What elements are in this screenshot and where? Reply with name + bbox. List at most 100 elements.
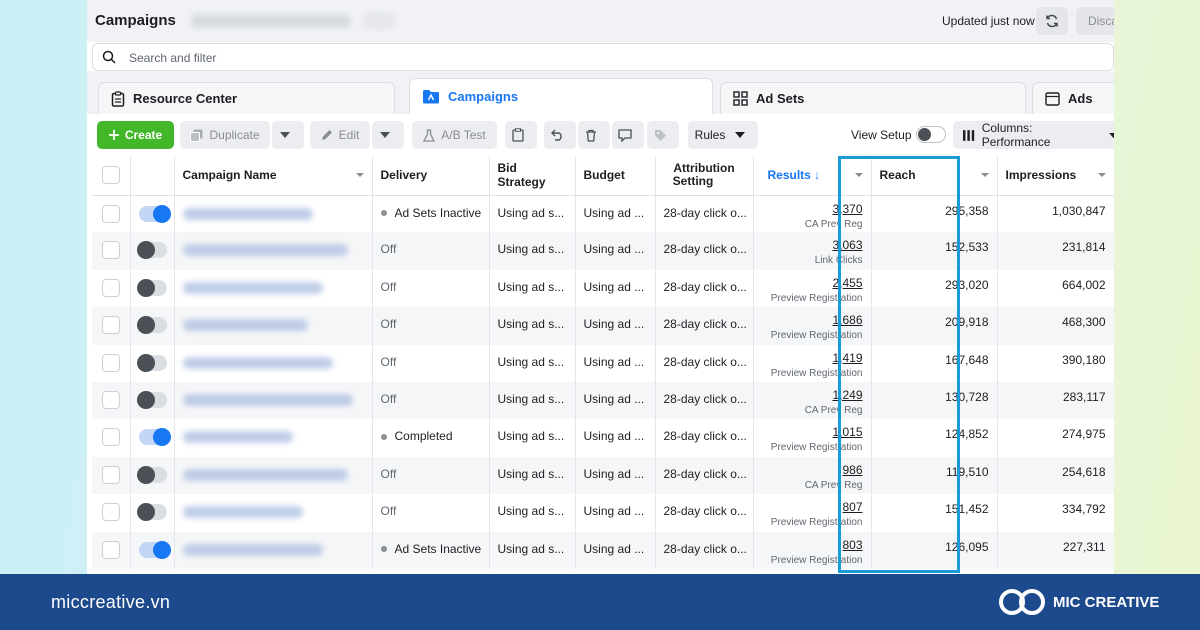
row-checkbox[interactable] [101,465,120,484]
results-value[interactable]: 1,419 [754,351,862,366]
campaign-name-cell[interactable] [174,307,373,345]
campaign-toggle[interactable] [136,503,167,522]
table-row[interactable]: Ad Sets Inactive Using ad s... Using ad ..… [92,531,1114,569]
results-value[interactable]: 986 [754,463,862,478]
tab-ads[interactable]: Ads [1032,82,1114,114]
campaign-name-cell[interactable] [174,419,373,457]
results-value[interactable]: 3,370 [754,202,862,217]
results-value[interactable]: 1,015 [754,425,862,440]
account-selector-blurred[interactable] [191,14,351,28]
row-select-cell [92,456,131,495]
campaign-name-blurred[interactable] [182,281,323,294]
campaign-name-cell[interactable] [174,269,373,308]
campaign-toggle[interactable] [136,390,167,409]
table-row[interactable]: Off Using ad s... Using ad ... 28-day click… [92,307,1114,345]
campaign-name-cell[interactable] [174,456,373,495]
ab-test-button[interactable]: A/B Test [412,121,497,149]
campaign-toggle[interactable] [138,428,171,447]
table-row[interactable]: Off Using ad s... Using ad ... 28-day click… [92,232,1114,270]
row-checkbox[interactable] [101,390,120,409]
search-filter-bar[interactable]: Search and filter [92,43,1114,71]
edit-dropdown[interactable] [372,121,404,149]
table-row[interactable]: Ad Sets Inactive Using ad s... Using ad ..… [92,195,1114,233]
results-value[interactable]: 1,686 [754,313,862,328]
results-value[interactable]: 2,455 [754,276,862,291]
campaign-name-blurred[interactable] [182,468,348,481]
campaign-name-blurred[interactable] [182,393,353,406]
table-row[interactable]: Off Using ad s... Using ad ... 28-day click… [92,344,1114,382]
table-row[interactable]: Off Using ad s... Using ad ... 28-day click… [92,269,1114,308]
results-value[interactable]: 1,249 [754,388,862,403]
campaign-name-cell[interactable] [174,195,373,233]
campaign-name-blurred[interactable] [182,506,303,519]
column-header-impressions[interactable]: Impressions [997,156,1114,196]
tab-campaigns[interactable]: Campaigns [409,78,713,114]
refresh-button[interactable] [1036,7,1068,35]
row-checkbox[interactable] [101,540,120,559]
row-checkbox[interactable] [101,503,120,522]
preview-button[interactable] [612,121,644,149]
campaign-name-cell[interactable] [174,381,373,420]
delivery-value: Off [380,354,397,369]
campaign-toggle[interactable] [138,204,171,223]
rules-button[interactable]: Rules [688,121,758,149]
clipboard-button[interactable] [505,121,537,149]
campaign-toggle[interactable] [138,540,171,559]
results-cell: 1,419 Preview Registration [753,344,872,382]
tab-resource-center[interactable]: Resource Center [98,82,395,114]
column-header-attribution-setting[interactable]: Attribution Setting [655,156,754,196]
column-header-delivery[interactable]: Delivery [372,156,490,196]
campaign-name-blurred[interactable] [182,431,293,444]
select-all-checkbox[interactable] [101,166,120,185]
results-value[interactable]: 3,063 [754,238,862,253]
delete-button[interactable] [578,121,610,149]
edit-button[interactable]: Edit [310,121,370,149]
sort-caret-icon[interactable] [980,173,989,177]
table-row[interactable]: Off Using ad s... Using ad ... 28-day click… [92,494,1114,532]
sort-caret-icon[interactable] [854,173,863,177]
row-checkbox[interactable] [101,353,120,372]
sort-caret-icon[interactable] [355,173,364,177]
row-checkbox[interactable] [101,278,120,297]
duplicate-button[interactable]: Duplicate [180,121,270,149]
row-checkbox[interactable] [101,428,120,447]
row-checkbox[interactable] [101,241,120,260]
campaign-name-blurred[interactable] [182,543,323,556]
tag-button[interactable] [647,121,679,149]
results-value[interactable]: 807 [754,500,862,515]
tab-ad-sets[interactable]: Ad Sets [720,82,1026,114]
column-header-results[interactable]: Results ↓ [753,156,872,196]
view-setup-toggle[interactable] [916,126,946,143]
column-header-bid-strategy[interactable]: Bid Strategy [489,156,576,196]
campaign-toggle[interactable] [136,465,167,484]
sort-caret-icon[interactable] [1097,173,1106,177]
campaign-name-blurred[interactable] [182,244,348,257]
campaign-name-cell[interactable] [174,232,373,270]
campaign-name-blurred[interactable] [182,356,333,369]
column-header-budget[interactable]: Budget [575,156,656,196]
delivery-cell: Off [372,232,490,270]
row-checkbox[interactable] [101,316,120,335]
campaign-name-blurred[interactable] [182,319,308,332]
table-row[interactable]: Completed Using ad s... Using ad ... 28-day… [92,419,1114,457]
undo-button[interactable] [544,121,576,149]
table-row[interactable]: Off Using ad s... Using ad ... 28-day click… [92,381,1114,420]
campaign-toggle[interactable] [136,316,167,335]
duplicate-dropdown[interactable] [272,121,304,149]
discard-button[interactable]: Disca [1076,7,1114,35]
column-header-campaign-name[interactable]: Campaign Name [174,156,373,196]
create-button[interactable]: Create [97,121,174,149]
campaign-name-cell[interactable] [174,344,373,382]
campaign-name-blurred[interactable] [182,207,313,220]
row-checkbox[interactable] [101,204,120,223]
campaign-name-cell[interactable] [174,531,373,569]
table-row[interactable]: Off Using ad s... Using ad ... 28-day click… [92,456,1114,495]
campaign-toggle[interactable] [136,278,167,297]
campaign-toggle[interactable] [136,241,167,260]
campaign-toggle[interactable] [136,353,167,372]
header-label: Impressions [1005,168,1077,183]
results-value[interactable]: 803 [754,538,862,553]
columns-dropdown[interactable]: Columns: Performance [953,121,1114,149]
campaign-name-cell[interactable] [174,494,373,532]
column-header-reach[interactable]: Reach [871,156,998,196]
